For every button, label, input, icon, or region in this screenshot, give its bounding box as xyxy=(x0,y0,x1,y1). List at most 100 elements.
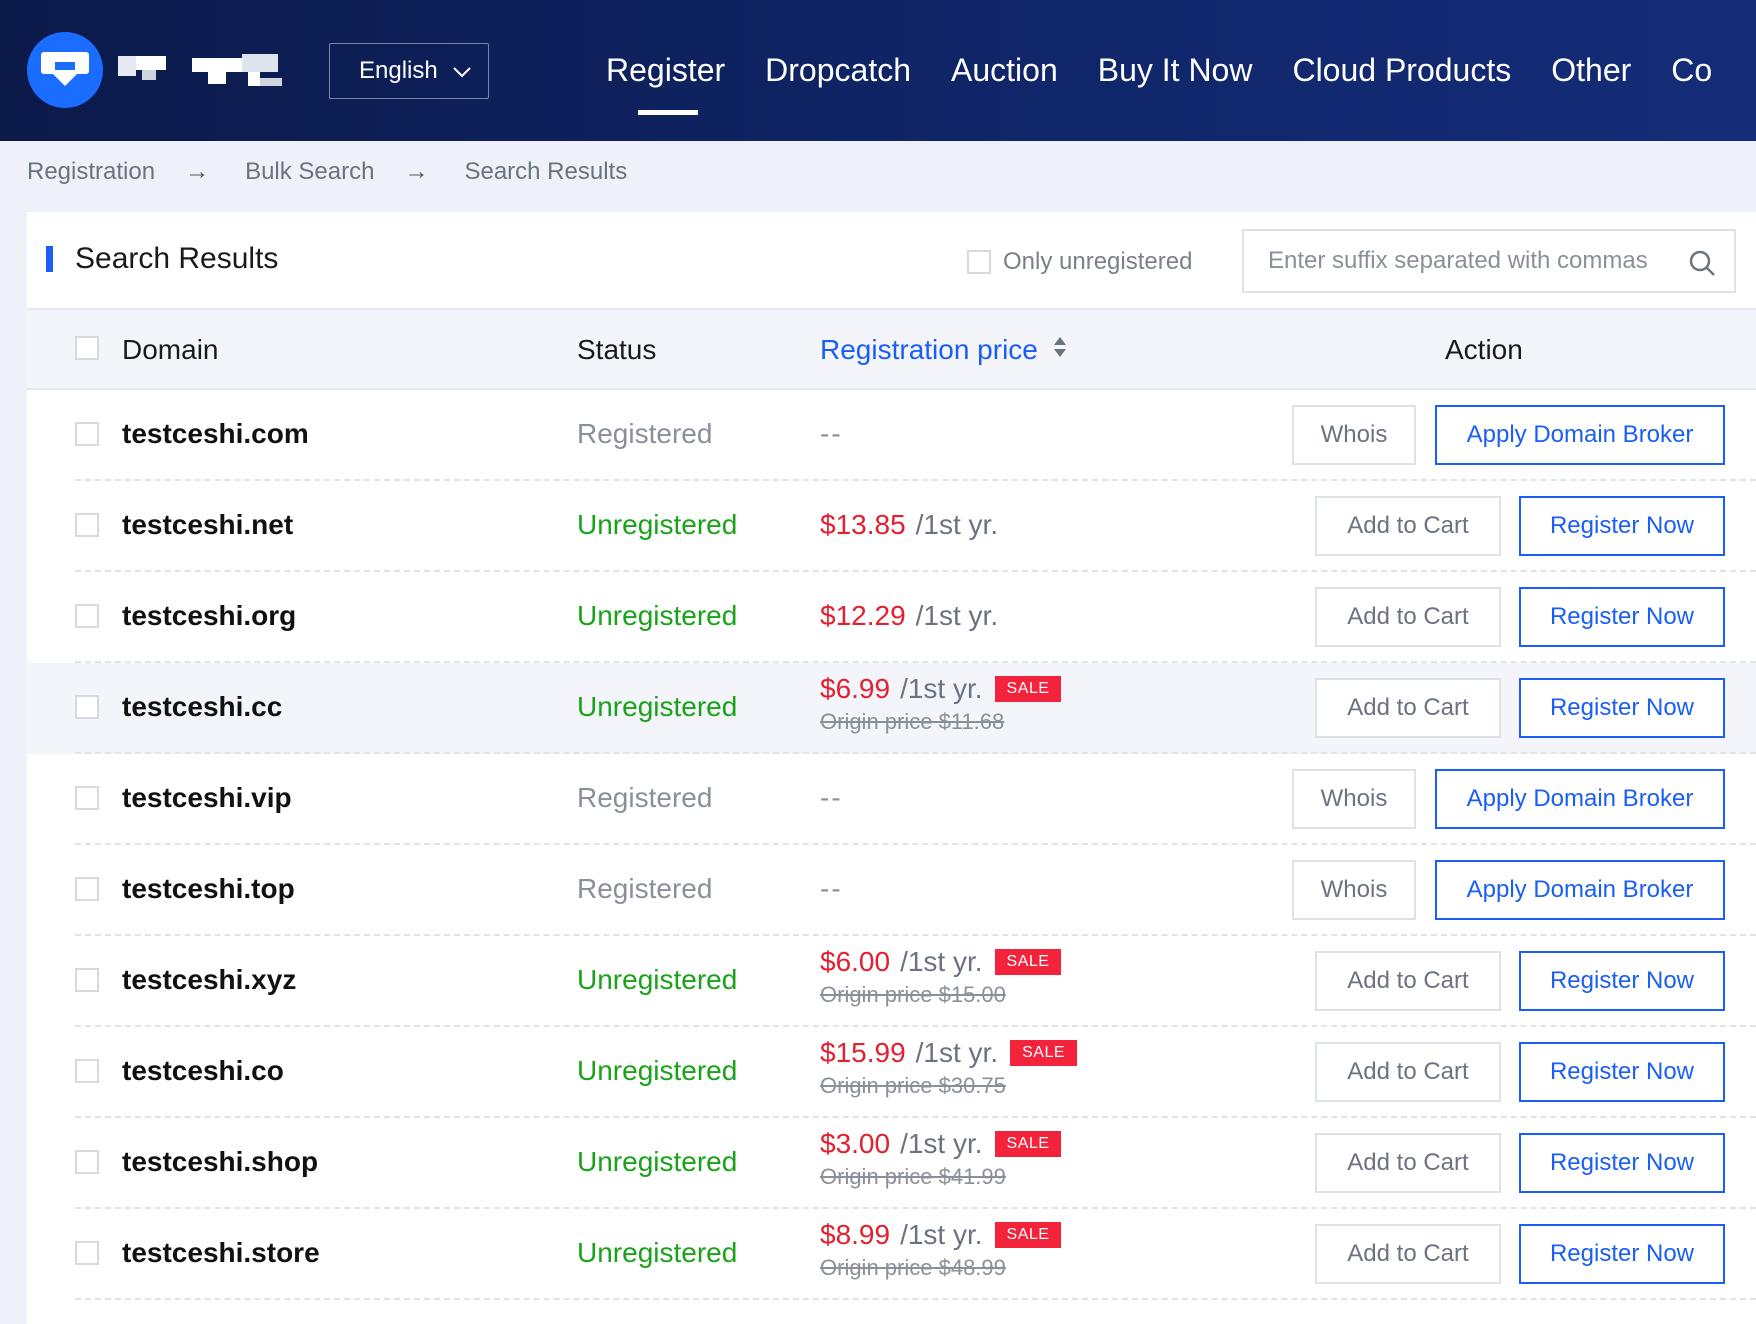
price-cell: $3.00/1st yr. SALE Origin price $41.99 xyxy=(820,1128,1062,1190)
register-now-button[interactable]: Register Now xyxy=(1519,587,1725,647)
price-value: $6.00 xyxy=(820,946,891,977)
column-registration-price[interactable]: Registration price xyxy=(820,334,1068,366)
price-period: /1st yr. xyxy=(915,1037,999,1068)
whois-button[interactable]: Whois xyxy=(1292,860,1416,920)
origin-price: Origin price $30.75 xyxy=(820,1073,1006,1098)
row-checkbox[interactable] xyxy=(75,968,99,992)
language-select[interactable]: English xyxy=(329,43,489,99)
only-unregistered-filter[interactable]: Only unregistered xyxy=(967,248,1192,276)
status-text: Registered xyxy=(577,418,713,449)
row-checkbox[interactable] xyxy=(75,1059,99,1083)
domain-name: testceshi.xyz xyxy=(122,964,297,995)
row-checkbox[interactable] xyxy=(75,1241,99,1265)
price-value: $8.99 xyxy=(820,1219,891,1250)
logo-wordmark xyxy=(118,52,288,92)
column-action: Action xyxy=(1445,334,1523,365)
breadcrumb-bulk-search[interactable]: Bulk Search xyxy=(245,158,374,186)
price-empty: -- xyxy=(820,782,843,813)
whois-button[interactable]: Whois xyxy=(1292,405,1416,465)
suffix-search-input[interactable] xyxy=(1268,247,1678,275)
add-to-cart-button[interactable]: Add to Cart xyxy=(1315,951,1501,1011)
domain-name: testceshi.org xyxy=(122,600,297,631)
origin-price: Origin price $15.00 xyxy=(820,982,1006,1007)
price-period: /1st yr. xyxy=(900,673,983,704)
status-text: Unregistered xyxy=(577,1055,738,1086)
whois-button[interactable]: Whois xyxy=(1292,769,1416,829)
row-checkbox[interactable] xyxy=(75,786,99,810)
add-to-cart-button[interactable]: Add to Cart xyxy=(1315,1133,1501,1193)
table-row: testceshi.vip Registered -- Whois Apply … xyxy=(27,754,1756,845)
origin-price: Origin price $48.99 xyxy=(820,1255,1006,1280)
price-value: $13.85 xyxy=(820,509,906,540)
row-checkbox[interactable] xyxy=(75,1150,99,1174)
price-period: /1st yr. xyxy=(900,1219,983,1250)
status-text: Unregistered xyxy=(577,964,738,995)
add-to-cart-button[interactable]: Add to Cart xyxy=(1315,678,1501,738)
price-cell: -- xyxy=(820,418,843,450)
price-cell: -- xyxy=(820,873,843,905)
sort-icon[interactable] xyxy=(1052,334,1068,366)
add-to-cart-button[interactable]: Add to Cart xyxy=(1315,587,1501,647)
language-label: English xyxy=(359,57,438,84)
price-value: $15.99 xyxy=(820,1037,906,1068)
price-cell: -- xyxy=(820,782,843,814)
suffix-search-box xyxy=(1242,229,1736,293)
row-checkbox[interactable] xyxy=(75,513,99,537)
main-nav: Register Dropcatch Auction Buy It Now Cl… xyxy=(606,0,1732,141)
price-period: /1st yr. xyxy=(915,600,999,631)
register-now-button[interactable]: Register Now xyxy=(1519,1042,1725,1102)
row-checkbox[interactable] xyxy=(75,695,99,719)
nav-auction[interactable]: Auction xyxy=(931,0,1078,141)
logo-icon[interactable] xyxy=(27,32,103,108)
domain-name: testceshi.store xyxy=(122,1237,320,1268)
apply-domain-broker-button[interactable]: Apply Domain Broker xyxy=(1435,860,1725,920)
arrow-right-icon: → xyxy=(404,158,429,185)
status-text: Registered xyxy=(577,873,713,904)
table-row: testceshi.co Unregistered $15.99/1st yr.… xyxy=(27,1027,1756,1118)
register-now-button[interactable]: Register Now xyxy=(1519,678,1725,738)
sale-badge: SALE xyxy=(1010,1040,1078,1066)
nav-other[interactable]: Other xyxy=(1531,0,1651,141)
apply-domain-broker-button[interactable]: Apply Domain Broker xyxy=(1435,769,1725,829)
nav-more[interactable]: Co xyxy=(1651,0,1732,141)
row-checkbox[interactable] xyxy=(75,877,99,901)
row-checkbox[interactable] xyxy=(75,422,99,446)
register-now-button[interactable]: Register Now xyxy=(1519,1224,1725,1284)
nav-register[interactable]: Register xyxy=(606,0,745,141)
apply-domain-broker-button[interactable]: Apply Domain Broker xyxy=(1435,405,1725,465)
price-cell: $13.85/1st yr. xyxy=(820,509,998,541)
table-row: testceshi.org Unregistered $12.29/1st yr… xyxy=(27,572,1756,663)
only-unregistered-checkbox[interactable] xyxy=(967,250,991,274)
price-cell: $12.29/1st yr. xyxy=(820,600,998,632)
table-row: testceshi.cc Unregistered $6.99/1st yr. S… xyxy=(27,663,1756,754)
add-to-cart-button[interactable]: Add to Cart xyxy=(1315,1224,1501,1284)
price-value: $6.99 xyxy=(820,673,891,704)
status-text: Unregistered xyxy=(577,1146,738,1177)
nav-buy-it-now[interactable]: Buy It Now xyxy=(1078,0,1273,141)
price-cell: $15.99/1st yr. SALE Origin price $30.75 xyxy=(820,1037,1078,1099)
search-icon[interactable] xyxy=(1688,249,1716,282)
top-header: English Register Dropcatch Auction Buy I… xyxy=(0,0,1756,141)
panel-header: Search Results Only unregistered xyxy=(27,212,1756,310)
sale-badge: SALE xyxy=(994,949,1062,975)
domain-name: testceshi.shop xyxy=(122,1146,319,1177)
domain-name: testceshi.co xyxy=(122,1055,284,1086)
price-period: /1st yr. xyxy=(900,946,983,977)
select-all-checkbox[interactable] xyxy=(75,336,99,360)
table-row: testceshi.net Unregistered $13.85/1st yr… xyxy=(27,481,1756,572)
nav-dropcatch[interactable]: Dropcatch xyxy=(745,0,931,141)
register-now-button[interactable]: Register Now xyxy=(1519,1133,1725,1193)
price-period: /1st yr. xyxy=(900,1128,983,1159)
breadcrumb: Registration → Bulk Search → Search Resu… xyxy=(27,156,627,188)
only-unregistered-label: Only unregistered xyxy=(1003,248,1193,275)
register-now-button[interactable]: Register Now xyxy=(1519,951,1725,1011)
table-row: testceshi.top Registered -- Whois Apply … xyxy=(27,845,1756,936)
nav-cloud-products[interactable]: Cloud Products xyxy=(1272,0,1531,141)
origin-price: Origin price $41.99 xyxy=(820,1164,1006,1189)
breadcrumb-registration[interactable]: Registration xyxy=(27,158,155,186)
add-to-cart-button[interactable]: Add to Cart xyxy=(1315,1042,1501,1102)
add-to-cart-button[interactable]: Add to Cart xyxy=(1315,496,1501,556)
register-now-button[interactable]: Register Now xyxy=(1519,496,1725,556)
row-checkbox[interactable] xyxy=(75,604,99,628)
column-status: Status xyxy=(577,334,657,365)
